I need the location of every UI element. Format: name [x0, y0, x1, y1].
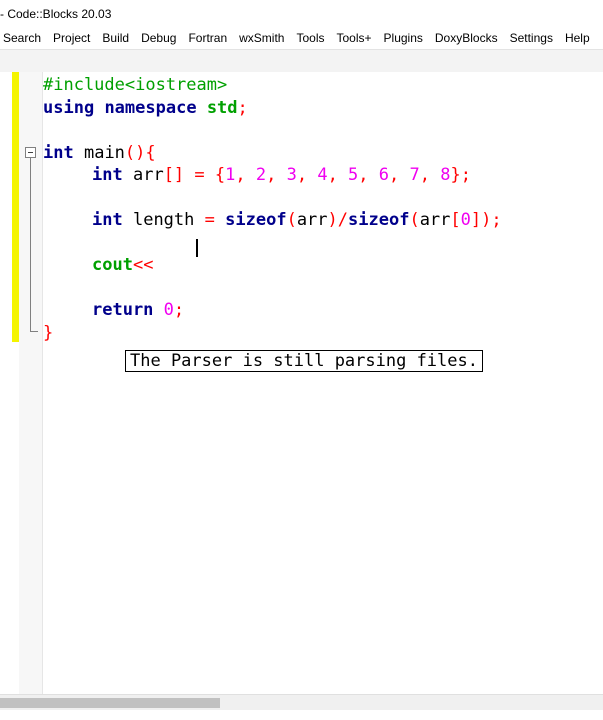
- comma: ,: [266, 165, 287, 185]
- keyword-int: int: [92, 165, 123, 185]
- code-line-2: using namespace std;: [43, 97, 248, 119]
- title-bar: - Code::Blocks 20.03: [0, 0, 603, 28]
- number: 7: [409, 165, 420, 185]
- operator-close-brace: }: [43, 323, 54, 343]
- text-caret: [196, 239, 198, 257]
- semicolon: ;: [173, 300, 185, 320]
- number: 0: [163, 300, 174, 320]
- menu-settings[interactable]: Settings: [504, 28, 559, 49]
- fold-toggle-icon[interactable]: [25, 147, 36, 158]
- menu-build[interactable]: Build: [96, 28, 135, 49]
- operator: ]);: [470, 210, 502, 230]
- semicolon: ;: [237, 98, 248, 118]
- changed-lines-marker: [12, 72, 19, 342]
- number: 4: [317, 165, 328, 185]
- identifier-arr: arr: [132, 165, 164, 185]
- comma: ,: [419, 165, 441, 185]
- menu-bar: Search Project Build Debug Fortran wxSmi…: [0, 28, 603, 49]
- number: 1: [225, 165, 236, 185]
- comma: ,: [296, 165, 318, 185]
- code-line-7: int length = sizeof(arr)/sizeof(arr[0]);: [92, 209, 502, 231]
- number: 6: [378, 165, 390, 185]
- fold-line: [30, 158, 31, 332]
- operator: [] = {: [163, 165, 226, 185]
- code-line-9: cout<<: [92, 254, 153, 276]
- operator: (: [286, 210, 297, 230]
- identifier-length: length: [132, 210, 195, 230]
- keyword-sizeof: sizeof: [348, 210, 410, 230]
- menu-debug[interactable]: Debug: [135, 28, 182, 49]
- keyword-return: return: [92, 300, 154, 320]
- code-editor[interactable]: #include<iostream> using namespace std; …: [0, 72, 603, 694]
- operator-insert: <<: [132, 255, 154, 275]
- fold-margin: [19, 72, 43, 694]
- identifier-arr: arr: [419, 210, 451, 230]
- operator: [: [450, 210, 461, 230]
- number: 8: [440, 165, 451, 185]
- identifier-arr: arr: [296, 210, 328, 230]
- number: 3: [286, 165, 297, 185]
- horizontal-scrollbar[interactable]: [0, 694, 603, 711]
- operator: )/: [327, 210, 349, 230]
- code-line-12: }: [43, 322, 53, 344]
- toolbar-area: [0, 49, 603, 73]
- code-line-11: return 0;: [92, 299, 184, 321]
- window-title: - Code::Blocks 20.03: [0, 7, 112, 21]
- identifier-std: std: [206, 98, 238, 118]
- number: 2: [255, 165, 267, 185]
- keyword-sizeof: sizeof: [225, 210, 287, 230]
- operator-close: };: [450, 165, 471, 185]
- fold-end: [30, 331, 38, 332]
- keyword-int: int: [43, 143, 74, 163]
- menu-fortran[interactable]: Fortran: [182, 28, 233, 49]
- operator-parens: (){: [124, 143, 156, 163]
- operator: (: [409, 210, 420, 230]
- menu-doxyblocks[interactable]: DoxyBlocks: [429, 28, 504, 49]
- bottom-strip: [0, 710, 603, 720]
- number: 0: [460, 210, 471, 230]
- menu-plugins[interactable]: Plugins: [378, 28, 429, 49]
- identifier-main: main: [83, 143, 125, 163]
- identifier-cout: cout: [92, 255, 133, 275]
- code-line-1: #include<iostream>: [43, 74, 227, 96]
- menu-tools-plus[interactable]: Tools+: [331, 28, 378, 49]
- include-directive: #include<iostream>: [43, 75, 228, 95]
- comma: ,: [235, 165, 256, 185]
- menu-tools[interactable]: Tools: [290, 28, 330, 49]
- comma: ,: [327, 165, 349, 185]
- code-line-5: int arr[] = {1, 2, 3, 4, 5, 6, 7, 8};: [92, 164, 471, 186]
- menu-search[interactable]: Search: [0, 28, 47, 49]
- comma: ,: [389, 165, 410, 185]
- operator-assign: =: [204, 210, 215, 230]
- keyword-int: int: [92, 210, 123, 230]
- code-line-4: int main(){: [43, 142, 156, 164]
- parser-tooltip: The Parser is still parsing files.: [125, 350, 483, 372]
- menu-help[interactable]: Help: [559, 28, 596, 49]
- keyword-namespace: namespace: [104, 98, 197, 118]
- editor-left-gutter: [0, 72, 12, 694]
- keyword-using: using: [43, 98, 95, 118]
- number: 5: [348, 165, 359, 185]
- menu-project[interactable]: Project: [47, 28, 96, 49]
- menu-wxsmith[interactable]: wxSmith: [233, 28, 290, 49]
- scrollbar-thumb[interactable]: [0, 698, 220, 708]
- comma: ,: [358, 165, 379, 185]
